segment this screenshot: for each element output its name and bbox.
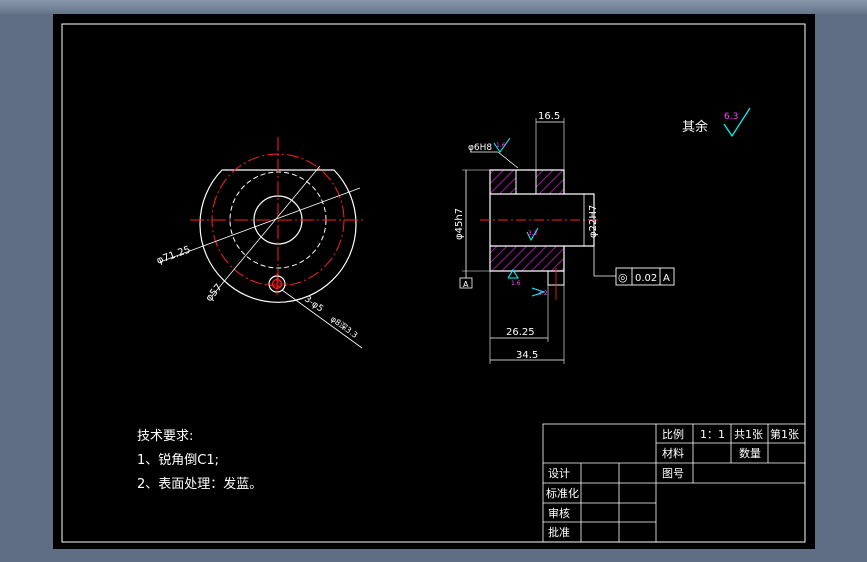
approve-label: 批准 — [548, 525, 570, 539]
standard-label: 标准化 — [546, 486, 579, 500]
quantity-label: 数量 — [739, 447, 761, 460]
hatch-bottom — [490, 246, 564, 271]
dim-small-hole-text: φ6H8 — [468, 143, 492, 153]
rough-text-3: 1.6 — [511, 280, 521, 287]
hatch-top-right — [536, 170, 564, 194]
fcf-value: 0.02 — [635, 273, 657, 284]
dim-outer-text: φ71.25 — [155, 244, 192, 266]
dim-top-text: 16.5 — [538, 111, 560, 122]
dim-holes-text: 3-φ5 — [302, 294, 325, 314]
tech-item-2: 2、表面处理：发蓝。 — [137, 476, 262, 492]
rough-text-4: 3.2 — [538, 290, 548, 297]
review-label: 审核 — [548, 506, 570, 520]
datum-text: A — [463, 280, 469, 289]
dim-bore-text: φ22H7 — [588, 205, 599, 238]
tech-item-1: 1、锐角倒C1; — [137, 453, 219, 468]
cad-drawing: φ71.25 φ57 3-φ5 φ8深3.3 16.5 φ6H8 φ45h7 A… — [61, 23, 806, 543]
dim-step-text: 26.25 — [506, 327, 535, 338]
rough-text-2: 3.2 — [528, 230, 538, 237]
rough-text-1: 1.6 — [496, 142, 506, 149]
leader-small-hole — [497, 151, 519, 169]
tech-requirements: 技术要求: 1、锐角倒C1; 2、表面处理：发蓝。 — [137, 429, 262, 492]
hatch-top-left — [490, 170, 516, 194]
dim-pitch-text: φ57 — [204, 282, 225, 304]
other-surface-roughness: 其余 6.3 — [682, 107, 751, 138]
leader-holes — [281, 289, 363, 349]
scale-value: 1：1 — [700, 428, 725, 441]
scale-label: 比例 — [662, 427, 684, 441]
other-label: 其余 — [682, 119, 708, 135]
design-label: 设计 — [548, 467, 570, 480]
fcf-symbol: ◎ — [618, 271, 628, 284]
sheet-no: 第1张 — [770, 427, 799, 441]
drawing-no-label: 图号 — [662, 467, 684, 480]
material-label: 材料 — [662, 446, 684, 460]
section-view: 16.5 φ6H8 φ45h7 A φ22H7 ◎ 0.02 A 26.25 3… — [454, 111, 675, 364]
left-view: φ71.25 φ57 3-φ5 φ8深3.3 — [155, 137, 366, 349]
dim-line-pitch — [211, 165, 321, 297]
dim-outer-text-s: φ45h7 — [454, 208, 465, 240]
tech-title: 技术要求: — [137, 429, 193, 444]
other-value: 6.3 — [724, 112, 738, 122]
title-block — [542, 423, 806, 543]
dim-total-text: 34.5 — [516, 350, 538, 361]
sheets-total: 共1张 — [734, 428, 763, 441]
fcf-datum: A — [663, 273, 670, 284]
